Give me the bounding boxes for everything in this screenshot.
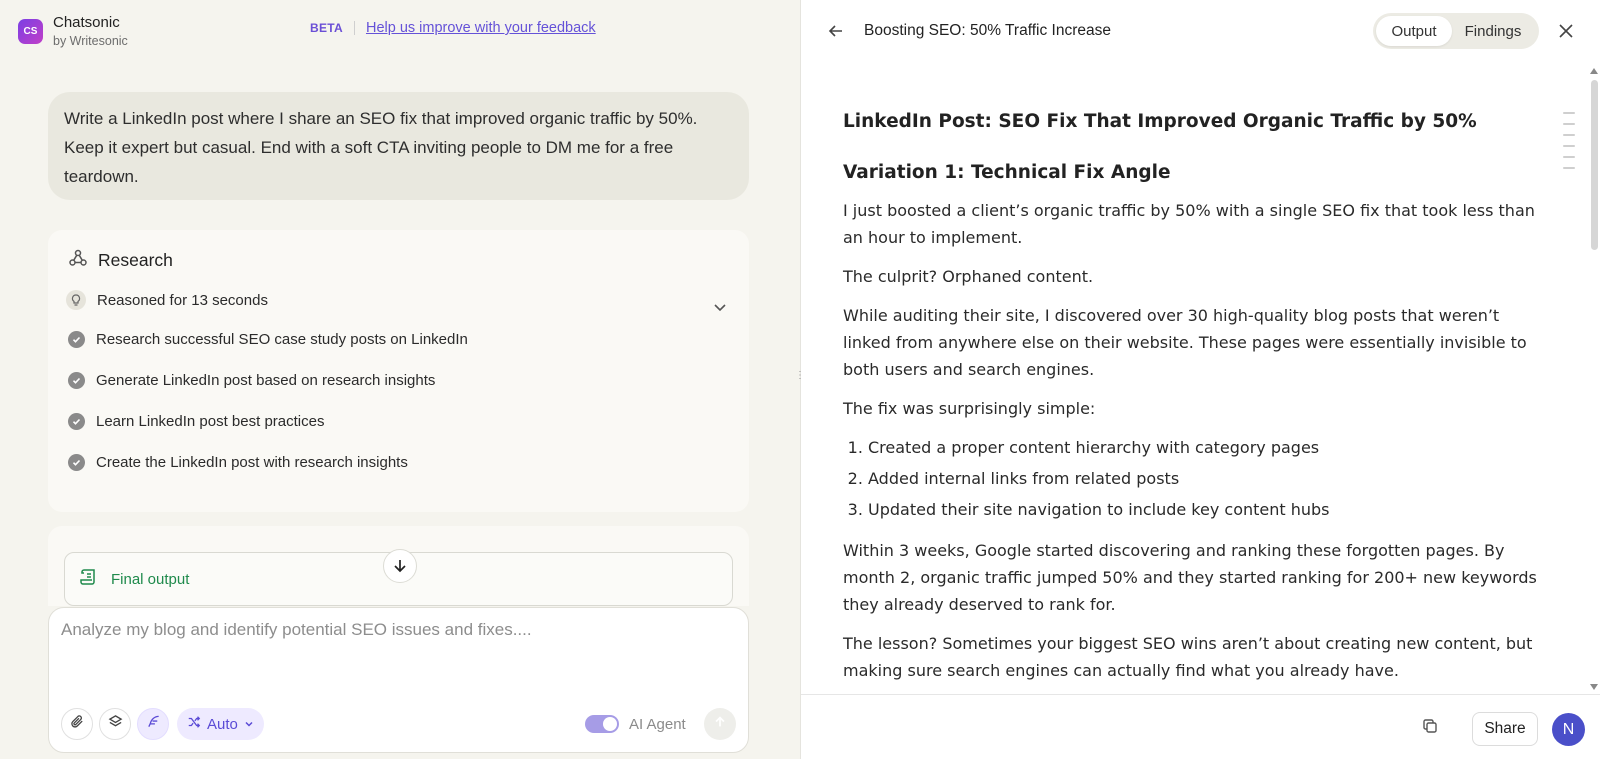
ai-agent-toggle-row: AI Agent <box>585 715 686 733</box>
attach-button[interactable] <box>61 708 93 740</box>
table-of-contents-minimap[interactable] <box>1563 112 1575 178</box>
layers-button[interactable] <box>99 708 131 740</box>
avatar[interactable]: N <box>1552 713 1585 746</box>
brand-sub: by Writesonic <box>53 34 128 48</box>
paragraph: The lesson? Sometimes your biggest SEO w… <box>843 634 1533 680</box>
document-content: LinkedIn Post: SEO Fix That Improved Org… <box>843 100 1543 684</box>
scroll-document-icon <box>79 567 99 591</box>
send-button[interactable] <box>704 708 736 740</box>
document-subheading: Variation 1: Technical Fix Angle <box>843 162 1171 183</box>
output-footer: Share N <box>801 694 1600 759</box>
final-output-label: Final output <box>111 570 190 588</box>
check-circle-icon <box>68 454 85 471</box>
research-step: Generate LinkedIn post based on research… <box>66 372 435 389</box>
layers-icon <box>108 714 123 734</box>
shuffle-icon <box>187 715 201 733</box>
divider <box>353 21 355 35</box>
chatsonic-logo: CS <box>18 19 43 44</box>
ai-agent-toggle[interactable] <box>585 715 619 733</box>
user-prompt-bubble: Write a LinkedIn post where I share an S… <box>48 92 749 200</box>
auto-mode-dropdown[interactable]: Auto <box>177 708 264 740</box>
fix-list: Created a proper content hierarchy with … <box>843 432 1543 525</box>
chat-panel: CS Chatsonic by Writesonic BETA Help us … <box>0 0 800 759</box>
brand-name: Chatsonic <box>53 14 120 31</box>
paragraph: I just boosted a client’s organic traffi… <box>843 201 1535 247</box>
view-tabs: Output Findings <box>1373 13 1539 49</box>
auto-label: Auto <box>207 715 238 733</box>
research-title: Research <box>98 250 173 270</box>
arrow-up-icon <box>713 715 727 734</box>
paragraph: The fix was surprisingly simple: <box>843 399 1096 418</box>
composer: Auto AI Agent <box>48 607 749 753</box>
scrollbar-thumb[interactable] <box>1591 80 1598 250</box>
beta-row: BETA Help us improve with your feedback <box>310 20 596 36</box>
share-button[interactable]: Share <box>1472 712 1538 746</box>
close-icon[interactable] <box>1557 22 1575 45</box>
check-circle-icon <box>68 331 85 348</box>
back-arrow-icon[interactable] <box>827 22 845 45</box>
research-step-label: Research successful SEO case study posts… <box>96 331 468 348</box>
quill-button[interactable] <box>137 708 169 740</box>
output-panel: Boosting SEO: 50% Traffic Increase Outpu… <box>801 0 1600 759</box>
check-circle-icon <box>68 372 85 389</box>
research-header: Research <box>68 248 173 273</box>
tab-findings[interactable]: Findings <box>1452 16 1534 46</box>
research-step: Research successful SEO case study posts… <box>66 331 468 348</box>
reasoned-label: Reasoned for 13 seconds <box>97 291 268 309</box>
research-icon <box>68 248 88 273</box>
beta-badge: BETA <box>310 21 343 35</box>
lightbulb-icon <box>66 290 86 310</box>
reasoned-row[interactable]: Reasoned for 13 seconds <box>66 290 268 310</box>
research-step-label: Learn LinkedIn post best practices <box>96 413 325 430</box>
scroll-down-arrow[interactable] <box>1590 684 1598 690</box>
scroll-up-arrow[interactable] <box>1590 68 1598 74</box>
brand: CS Chatsonic by Writesonic <box>18 14 128 49</box>
research-step: Learn LinkedIn post best practices <box>66 413 324 430</box>
tab-output[interactable]: Output <box>1376 16 1452 46</box>
prompt-input[interactable] <box>61 620 731 680</box>
research-step-label: Create the LinkedIn post with research i… <box>96 454 408 471</box>
chevron-down-icon[interactable] <box>713 300 727 319</box>
output-title: Boosting SEO: 50% Traffic Increase <box>864 22 1111 39</box>
chevron-down-icon <box>244 716 254 733</box>
feedback-link[interactable]: Help us improve with your feedback <box>366 20 596 36</box>
paragraph: While auditing their site, I discovered … <box>843 306 1527 379</box>
check-circle-icon <box>68 413 85 430</box>
paragraph: The culprit? Orphaned content. <box>843 267 1094 286</box>
research-card: Research Reasoned for 13 seconds Researc… <box>48 230 749 512</box>
feather-icon <box>146 714 161 734</box>
paragraph: Within 3 weeks, Google started discoveri… <box>843 541 1537 614</box>
paperclip-icon <box>70 714 85 734</box>
research-step-label: Generate LinkedIn post based on research… <box>96 372 436 389</box>
ai-agent-label: AI Agent <box>629 715 686 733</box>
list-item: Updated their site navigation to include… <box>868 494 1543 525</box>
scroll-down-button[interactable] <box>383 549 417 583</box>
research-step: Create the LinkedIn post with research i… <box>66 454 408 471</box>
copy-icon[interactable] <box>1421 717 1439 740</box>
document-heading: LinkedIn Post: SEO Fix That Improved Org… <box>843 111 1477 132</box>
list-item: Added internal links from related posts <box>868 463 1543 494</box>
document-scrollbar[interactable] <box>1588 66 1600 692</box>
list-item: Created a proper content hierarchy with … <box>868 432 1543 463</box>
